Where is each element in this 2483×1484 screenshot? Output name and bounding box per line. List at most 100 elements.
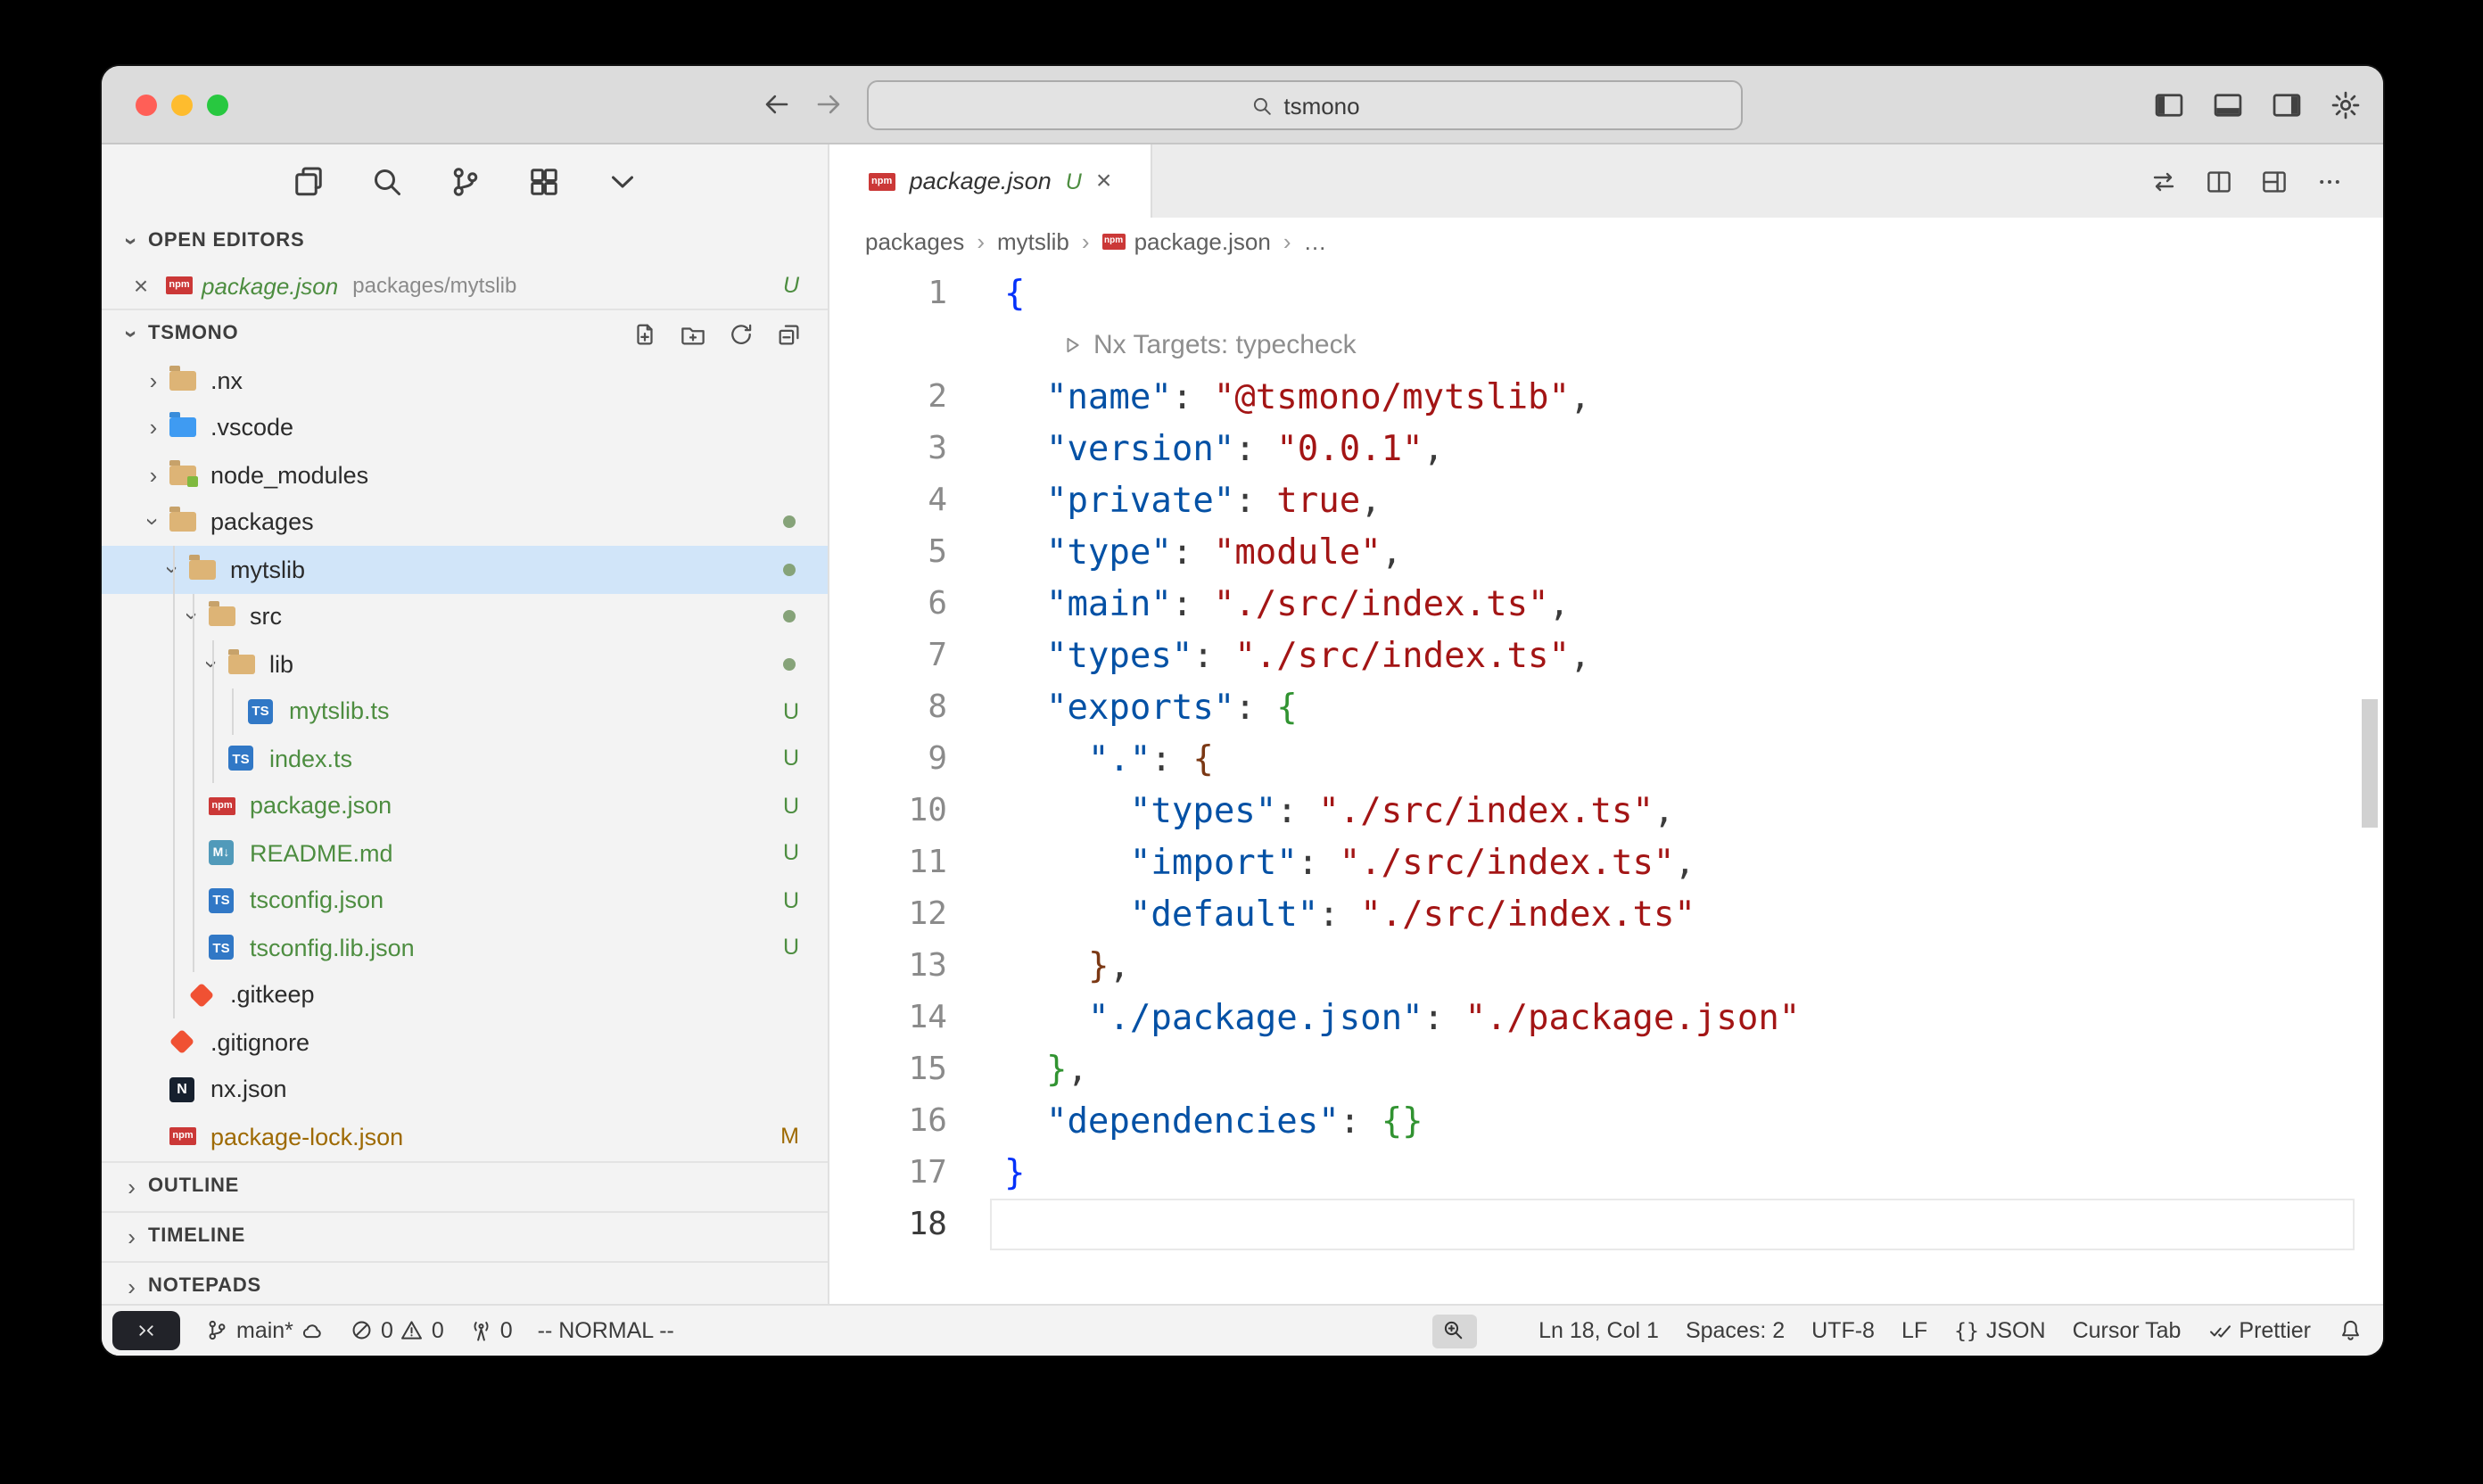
panel-right-icon[interactable] <box>2271 88 2303 120</box>
code-line-11[interactable]: 11 "import": "./src/index.ts", <box>829 837 2383 888</box>
breadcrumb-item-[interactable]: … <box>1304 227 1327 254</box>
code-line-12[interactable]: 12 "default": "./src/index.ts" <box>829 888 2383 940</box>
source-control-icon[interactable] <box>447 164 483 200</box>
tree-item-gitignore[interactable]: .gitignore <box>102 1018 828 1066</box>
code-line-10[interactable]: 10 "types": "./src/index.ts", <box>829 785 2383 837</box>
editor-pane[interactable]: 1{Nx Targets: typecheck2 "name": "@tsmon… <box>829 264 2383 1304</box>
open-editors-header[interactable]: › OPEN EDITORS <box>102 219 828 262</box>
line-number: 3 <box>829 423 947 474</box>
layout-icon[interactable] <box>2260 167 2289 195</box>
vim-mode-indicator[interactable]: -- NORMAL -- <box>538 1318 674 1343</box>
code-line-text: "types": "./src/index.ts", <box>947 630 1591 681</box>
codelens-link[interactable]: Nx Targets: typecheck <box>947 319 1357 371</box>
search-icon[interactable] <box>368 164 404 200</box>
tree-item-lib[interactable]: ›lib <box>102 640 828 688</box>
tree-item-index-ts[interactable]: TSindex.tsU <box>102 735 828 782</box>
tree-item-label: package.json <box>250 793 392 820</box>
tab-package-json[interactable]: npm package.json U × <box>829 144 1152 218</box>
tree-item-node-modules[interactable]: ›node_modules <box>102 451 828 499</box>
chevron-down-icon[interactable] <box>604 164 639 200</box>
ports-indicator[interactable]: 0 <box>469 1318 513 1343</box>
cursor-tab-indicator[interactable]: Cursor Tab <box>2073 1318 2182 1343</box>
zoom-window-button[interactable] <box>207 94 228 115</box>
extensions-icon[interactable] <box>525 164 561 200</box>
close-tab-icon[interactable]: × <box>1096 168 1112 194</box>
eol-indicator[interactable]: LF <box>1901 1318 1927 1343</box>
tree-item-mytslib-ts[interactable]: TSmytslib.tsU <box>102 688 828 735</box>
compare-icon[interactable] <box>2149 167 2178 195</box>
code-line-7[interactable]: 7 "types": "./src/index.ts", <box>829 630 2383 681</box>
code-line-14[interactable]: 14 "./package.json": "./package.json" <box>829 992 2383 1043</box>
code-line-18[interactable]: 18 <box>829 1199 2383 1250</box>
code-line-15[interactable]: 15 }, <box>829 1043 2383 1095</box>
tree-item-label: .gitkeep <box>230 982 315 1009</box>
explorer-actions <box>631 320 828 347</box>
code-line-6[interactable]: 6 "main": "./src/index.ts", <box>829 578 2383 630</box>
code-line-13[interactable]: 13 }, <box>829 940 2383 992</box>
zoom-indicator[interactable] <box>1431 1314 1476 1348</box>
breadcrumb-item-package-json[interactable]: npmpackage.json <box>1102 227 1271 254</box>
indentation-indicator[interactable]: Spaces: 2 <box>1686 1318 1785 1343</box>
collapse-all-icon[interactable] <box>776 320 803 347</box>
new-file-icon[interactable] <box>631 320 658 347</box>
chevron-right-icon[interactable]: › <box>137 462 169 489</box>
close-icon[interactable]: × <box>127 271 155 300</box>
chevron-down-icon: › <box>119 317 145 350</box>
panel-left-icon[interactable] <box>2153 88 2185 120</box>
remote-indicator[interactable] <box>112 1311 180 1350</box>
code-line-1[interactable]: 1{ <box>829 268 2383 319</box>
code-line-17[interactable]: 17} <box>829 1147 2383 1199</box>
code-line-5[interactable]: 5 "type": "module", <box>829 526 2383 578</box>
close-window-button[interactable] <box>136 94 157 115</box>
branch-indicator[interactable]: main* <box>205 1318 325 1343</box>
code-line-3[interactable]: 3 "version": "0.0.1", <box>829 423 2383 474</box>
code-line-8[interactable]: 8 "exports": { <box>829 681 2383 733</box>
chevron-right-icon[interactable]: › <box>137 367 169 394</box>
formatter-indicator[interactable]: Prettier <box>2207 1318 2311 1343</box>
new-folder-icon[interactable] <box>680 320 706 347</box>
tree-item-mytslib[interactable]: ›mytslib <box>102 546 828 593</box>
code-line-4[interactable]: 4 "private": true, <box>829 474 2383 526</box>
tree-item-package-json[interactable]: npmpackage.jsonU <box>102 782 828 829</box>
back-icon[interactable] <box>762 89 792 120</box>
encoding-indicator[interactable]: UTF-8 <box>1811 1318 1875 1343</box>
language-mode-indicator[interactable]: {} JSON <box>1954 1318 2045 1343</box>
more-icon[interactable] <box>2315 167 2344 195</box>
line-number: 14 <box>829 992 947 1043</box>
split-editor-icon[interactable] <box>2205 167 2233 195</box>
npm-icon: npm <box>209 797 246 815</box>
code-line-16[interactable]: 16 "dependencies": {} <box>829 1095 2383 1147</box>
tree-item-src[interactable]: ›src <box>102 593 828 640</box>
notifications-bell[interactable] <box>2338 1319 2362 1343</box>
chevron-right-icon[interactable]: › <box>137 415 169 441</box>
files-icon[interactable] <box>290 164 326 200</box>
chevron-down-icon[interactable]: › <box>140 507 167 539</box>
forward-icon[interactable] <box>813 89 844 120</box>
code-line-9[interactable]: 9 ".": { <box>829 733 2383 785</box>
panel-bottom-icon[interactable] <box>2212 88 2244 120</box>
breadcrumb-item-packages[interactable]: packages <box>865 227 964 254</box>
tree-item-package-lock-json[interactable]: npmpackage-lock.jsonM <box>102 1113 828 1160</box>
tree-item-packages[interactable]: ›packages <box>102 499 828 546</box>
panel-header-timeline[interactable]: ›TIMELINE <box>102 1210 828 1260</box>
panel-header-outline[interactable]: ›OUTLINE <box>102 1160 828 1210</box>
tree-item-vscode[interactable]: ›.vscode <box>102 404 828 451</box>
breadcrumb-item-mytslib[interactable]: mytslib <box>997 227 1069 254</box>
cursor-position-indicator[interactable]: Ln 18, Col 1 <box>1538 1318 1659 1343</box>
tree-item-gitkeep[interactable]: .gitkeep <box>102 971 828 1018</box>
tree-item-readme-md[interactable]: M↓README.mdU <box>102 829 828 877</box>
panel-header-notepads[interactable]: ›NOTEPADS <box>102 1260 828 1304</box>
code-line-text: "import": "./src/index.ts", <box>947 837 1695 888</box>
refresh-icon[interactable] <box>728 320 755 347</box>
explorer-section-header[interactable]: › TSMONO <box>102 309 828 357</box>
minimize-window-button[interactable] <box>171 94 193 115</box>
tree-item-tsconfig-json[interactable]: TStsconfig.jsonU <box>102 877 828 924</box>
gear-icon[interactable] <box>2330 88 2362 120</box>
tree-item-tsconfig-lib-json[interactable]: TStsconfig.lib.jsonU <box>102 924 828 971</box>
problems-indicator[interactable]: 0 0 <box>350 1318 444 1343</box>
tree-item-nx[interactable]: ›.nx <box>102 357 828 404</box>
tree-item-nx-json[interactable]: Nnx.json <box>102 1066 828 1113</box>
code-line-2[interactable]: 2 "name": "@tsmono/mytslib", <box>829 371 2383 423</box>
open-editor-item-package-json[interactable]: × npm package.json packages/mytslib U <box>102 262 828 309</box>
command-center-search[interactable]: tsmono <box>867 80 1743 130</box>
